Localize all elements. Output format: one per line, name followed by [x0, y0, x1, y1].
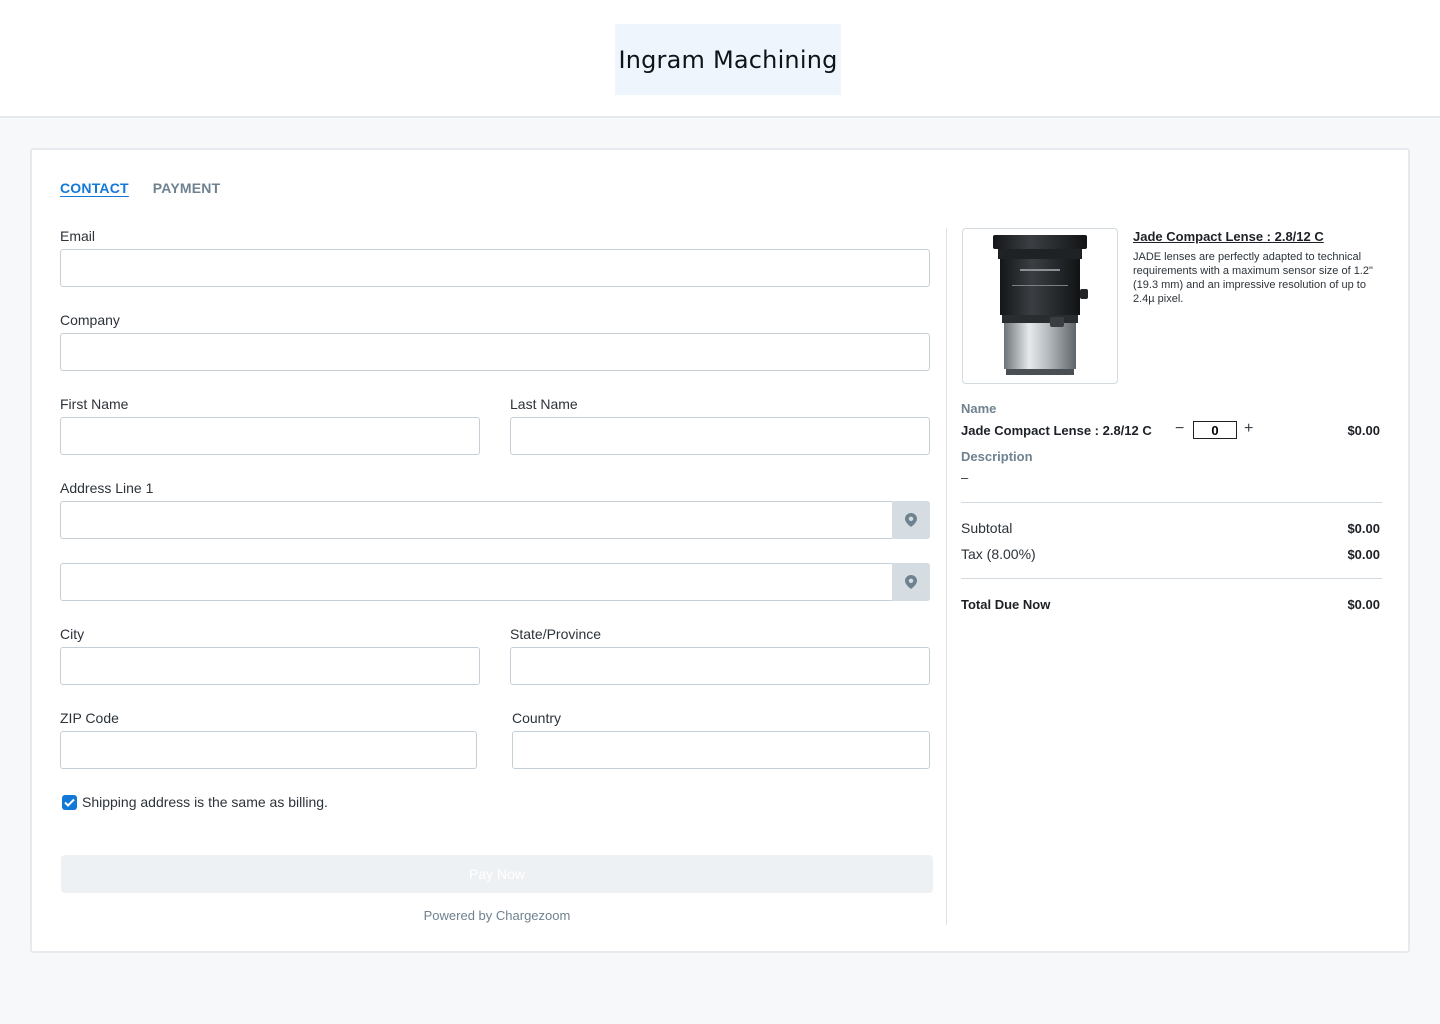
company-input[interactable] — [60, 333, 930, 371]
address-line2-input[interactable] — [60, 563, 930, 601]
name-label: Name — [961, 401, 997, 416]
country-label: Country — [512, 710, 562, 726]
address-line1-label: Address Line 1 — [60, 480, 154, 496]
top-header: Ingram Machining — [0, 0, 1440, 118]
checkout-card: CONTACT PAYMENT Email Company First Name… — [30, 148, 1410, 953]
first-name-input[interactable] — [60, 417, 480, 455]
powered-by-text: Powered by Chargezoom — [423, 908, 571, 923]
first-name-label: First Name — [60, 396, 129, 412]
subtotal-label: Subtotal — [961, 520, 1013, 536]
quantity-input[interactable] — [1193, 421, 1237, 439]
line-item-name: Jade Compact Lense : 2.8/12 C — [961, 423, 1152, 438]
city-input[interactable] — [60, 647, 480, 685]
state-label: State/Province — [510, 626, 602, 642]
city-label: City — [60, 626, 85, 642]
zip-label: ZIP Code — [60, 710, 119, 726]
tax-label: Tax (8.00%) — [961, 546, 1036, 562]
shipping-same-checkbox[interactable] — [62, 795, 77, 810]
column-divider — [946, 228, 947, 925]
checkout-tabs: CONTACT PAYMENT — [60, 180, 220, 196]
address-line1-input[interactable] — [60, 501, 930, 539]
state-input[interactable] — [510, 647, 930, 685]
shipping-same-label: Shipping address is the same as billing. — [82, 794, 328, 810]
last-name-input[interactable] — [510, 417, 930, 455]
quantity-decrement-button[interactable]: − — [1175, 420, 1184, 438]
summary-divider-top — [961, 502, 1382, 503]
line-item-price: $0.00 — [1347, 423, 1380, 438]
summary-divider-bottom — [961, 578, 1382, 579]
product-title-link[interactable]: Jade Compact Lense : 2.8/12 C — [1133, 229, 1324, 244]
quantity-increment-button[interactable]: + — [1244, 420, 1253, 438]
address-line1-locate-button[interactable] — [892, 501, 930, 539]
subtotal-value: $0.00 — [1347, 521, 1380, 536]
email-label: Email — [60, 228, 96, 244]
email-input[interactable] — [60, 249, 930, 287]
tax-value: $0.00 — [1347, 547, 1380, 562]
company-name: Ingram Machining — [618, 45, 838, 74]
map-pin-icon — [905, 575, 917, 589]
product-image — [962, 228, 1118, 384]
country-input[interactable] — [512, 731, 930, 769]
map-pin-icon — [905, 513, 917, 527]
company-label: Company — [60, 312, 120, 328]
product-description: JADE lenses are perfectly adapted to tec… — [1133, 251, 1373, 305]
company-logo: Ingram Machining — [615, 24, 841, 95]
description-label: Description — [961, 449, 1033, 464]
total-due-value: $0.00 — [1347, 597, 1380, 612]
address-line2-locate-button[interactable] — [892, 563, 930, 601]
last-name-label: Last Name — [510, 396, 578, 412]
tab-payment[interactable]: PAYMENT — [153, 180, 221, 196]
total-due-label: Total Due Now — [961, 597, 1051, 612]
camera-lens-image — [993, 235, 1088, 375]
zip-input[interactable] — [60, 731, 477, 769]
description-value: – — [961, 470, 969, 485]
checkmark-icon — [64, 798, 75, 807]
pay-now-button[interactable]: Pay Now — [61, 855, 933, 893]
tab-contact[interactable]: CONTACT — [60, 180, 129, 196]
